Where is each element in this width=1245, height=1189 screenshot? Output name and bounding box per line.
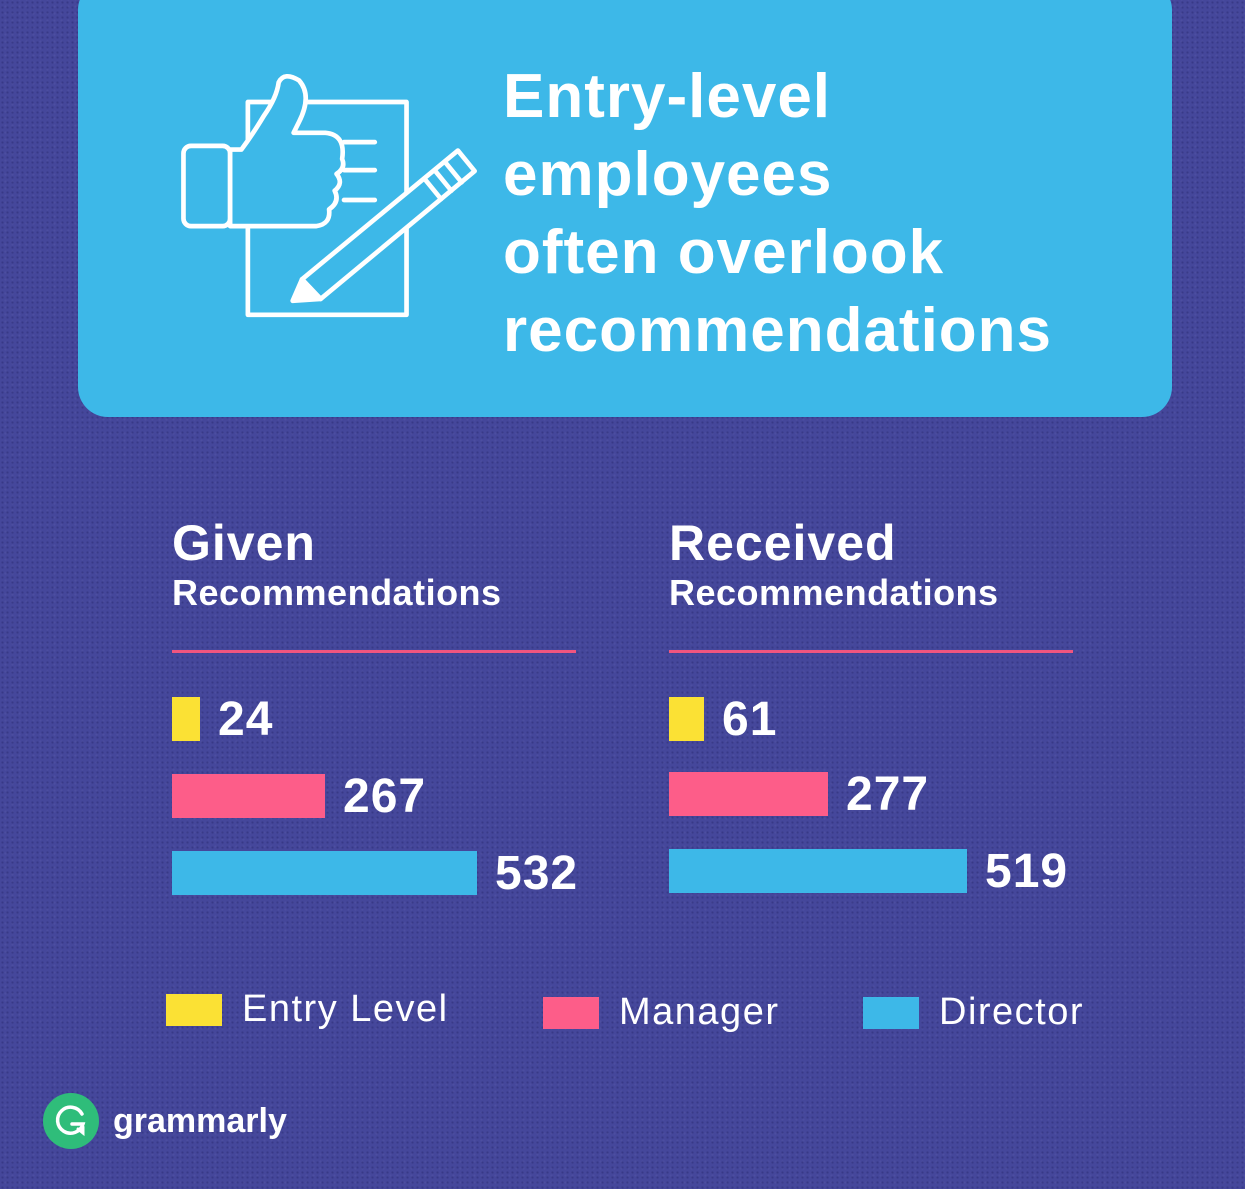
legend-item-entry-level: Entry Level	[166, 988, 449, 1031]
bar-entry-level	[172, 697, 200, 741]
title-line: employees	[503, 140, 833, 209]
bar-row-entry-level: 61	[669, 693, 777, 746]
bar-row-director: 532	[172, 847, 578, 900]
thumbs-up-document-pencil-icon	[181, 74, 477, 318]
legend-label: Entry Level	[242, 988, 449, 1030]
bar-row-manager: 277	[669, 768, 929, 821]
bar-director	[172, 851, 477, 895]
legend-swatch-director	[863, 996, 919, 1029]
bar-value-label: 532	[495, 846, 579, 900]
received-divider	[669, 650, 1073, 653]
bar-row-manager: 267	[172, 770, 426, 823]
title-line: Entry-level	[503, 62, 832, 131]
title-line: recommendations	[503, 296, 1053, 365]
received-panel: Received Recommendations	[669, 515, 1089, 615]
bar-value-label: 267	[343, 769, 427, 823]
given-panel: Given Recommendations	[172, 515, 592, 615]
grammarly-g-icon	[43, 1093, 99, 1149]
bar-row-director: 519	[669, 845, 1068, 898]
page-title: Entry-level employees often overlook rec…	[503, 58, 1143, 370]
bar-value-label: 519	[985, 844, 1069, 898]
legend-item-manager: Manager	[543, 991, 779, 1034]
title-line: often overlook	[503, 218, 945, 287]
bar-row-entry-level: 24	[172, 693, 273, 746]
grammarly-logo: grammarly	[43, 1093, 287, 1149]
given-subtitle: Recommendations	[172, 572, 502, 613]
thumbs-up-icon	[181, 74, 346, 229]
legend-item-director: Director	[863, 991, 1084, 1034]
received-title: Received	[669, 515, 897, 571]
legend-swatch-entry-level	[166, 993, 222, 1026]
bar-value-label: 61	[722, 692, 778, 746]
legend-label: Manager	[619, 991, 780, 1033]
bar-manager	[172, 774, 325, 818]
bar-value-label: 24	[218, 692, 274, 746]
bar-director	[669, 849, 967, 893]
received-subtitle: Recommendations	[669, 572, 999, 613]
given-divider	[172, 650, 576, 653]
brand-name: grammarly	[113, 1101, 287, 1140]
bar-entry-level	[669, 697, 704, 741]
bar-manager	[669, 772, 828, 816]
bar-value-label: 277	[846, 767, 930, 821]
legend-label: Director	[939, 991, 1085, 1033]
legend-swatch-manager	[543, 996, 599, 1029]
given-title: Given	[172, 515, 316, 571]
